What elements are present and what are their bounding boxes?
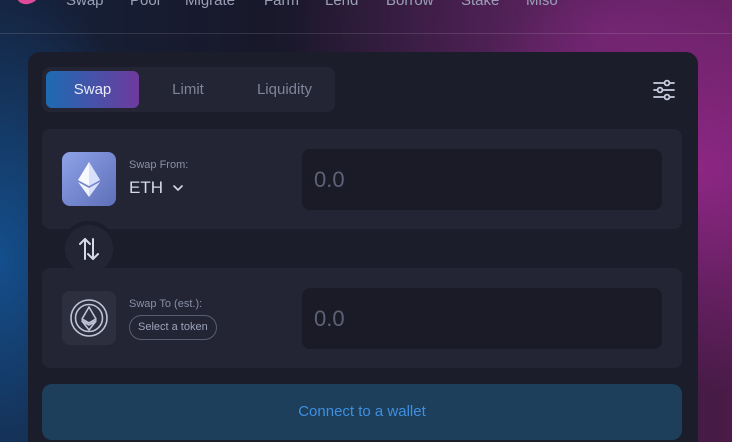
top-nav: Swap Pool Migrate Farm Lend Borrow Stake… [0, 0, 732, 34]
swap-tabs: Swap Limit Liquidity [42, 67, 335, 112]
token-select-from[interactable]: ETH [129, 178, 184, 198]
switch-button-face [65, 225, 113, 273]
swap-from-label: Swap From: [129, 159, 189, 171]
logo-icon[interactable] [10, 0, 44, 10]
nav-item-farm[interactable]: Farm [264, 0, 299, 9]
swap-card: Swap Limit Liquidity Swap From: ETH 0.0 … [28, 52, 698, 442]
token-symbol: ETH [129, 178, 163, 197]
swap-from-panel: Swap From: ETH [42, 129, 682, 229]
nav-item-stake[interactable]: Stake [461, 0, 499, 9]
tab-swap[interactable]: Swap [46, 71, 139, 108]
swap-to-panel: Swap To (est.): Select a token [42, 268, 682, 368]
chevron-down-icon [173, 185, 183, 192]
nav-item-borrow[interactable]: Borrow [386, 0, 434, 9]
connect-wallet-button[interactable]: Connect to a wallet [42, 384, 682, 440]
nav-item-lend[interactable]: Lend [325, 0, 358, 9]
nav-item-miso[interactable]: Miso [526, 0, 558, 9]
nav-item-pool[interactable]: Pool [130, 0, 160, 9]
swap-to-amount-input[interactable] [302, 288, 662, 349]
ethereum-icon[interactable] [62, 152, 116, 206]
ethereum-outline-icon [62, 291, 116, 345]
swap-to-label: Swap To (est.): [129, 298, 203, 310]
tab-liquidity[interactable]: Liquidity [237, 71, 332, 108]
sliders-icon[interactable] [652, 78, 676, 102]
nav-item-migrate[interactable]: Migrate [185, 0, 235, 9]
nav-item-swap[interactable]: Swap [66, 0, 104, 9]
swap-arrows-icon [79, 238, 99, 260]
tab-limit[interactable]: Limit [142, 71, 234, 108]
swap-from-amount-input[interactable] [302, 149, 662, 210]
select-token-button[interactable]: Select a token [129, 315, 217, 340]
